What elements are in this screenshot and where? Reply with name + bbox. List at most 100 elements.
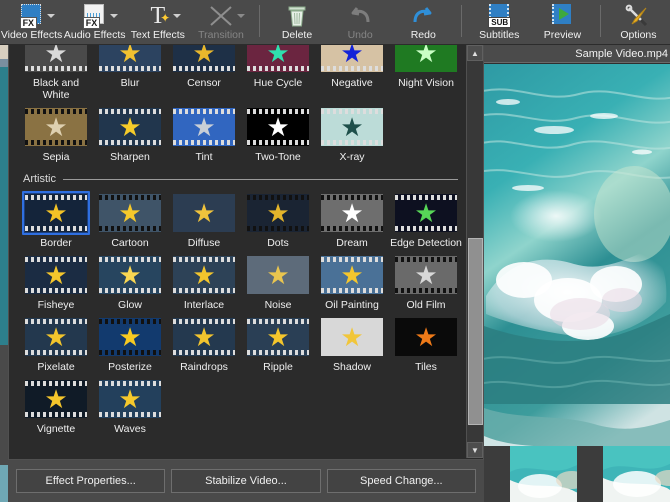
preview-video-canvas[interactable]: www.frfam.com <box>484 64 670 491</box>
stabilize-video-button[interactable]: Stabilize Video... <box>171 469 321 493</box>
effect-item-old-film[interactable]: ★ Old Film <box>389 249 463 311</box>
scroll-down-arrow-icon[interactable]: ▼ <box>467 442 483 458</box>
timeline-thumbnail-row[interactable] <box>484 446 670 502</box>
effect-item-dream[interactable]: ★ Dream <box>315 187 389 249</box>
toolbar-label-audio-effects: Audio Effects <box>63 29 126 41</box>
effect-label: Oil Painting <box>325 299 379 311</box>
effect-preview-icon: ★ <box>173 318 235 356</box>
star-icon: ★ <box>192 322 216 352</box>
scroll-up-arrow-icon[interactable]: ▲ <box>467 45 483 61</box>
effect-thumbnail-frame: ★ <box>244 191 312 235</box>
effect-preview-icon: ★ <box>25 108 87 146</box>
subtitles-icon: SUB <box>486 3 512 29</box>
effect-thumbnail-frame: ★ <box>392 315 460 359</box>
effect-item-noise[interactable]: ★ Noise <box>241 249 315 311</box>
effect-item-blur[interactable]: ★ Blur <box>93 45 167 101</box>
chevron-down-icon-text-effects[interactable] <box>173 14 182 18</box>
effect-properties-button[interactable]: Effect Properties... <box>16 469 166 493</box>
effect-item-fisheye[interactable]: ★ Fisheye <box>19 249 93 311</box>
effects-scroll-area[interactable]: ★ Black and White ★ Blur ★ Censor ★ Hue Cycle ★ N… <box>9 45 468 458</box>
effect-preview-icon: ★ <box>395 45 457 72</box>
star-icon: ★ <box>44 322 68 352</box>
effect-item-black-and-white[interactable]: ★ Black and White <box>19 45 93 101</box>
speed-change-button[interactable]: Speed Change... <box>326 469 476 493</box>
toolbar-button-text-effects[interactable]: T ✦ Text Effects <box>126 0 189 45</box>
star-icon: ★ <box>340 322 364 352</box>
toolbar-button-audio-effects[interactable]: FX Audio Effects <box>63 0 126 45</box>
star-icon: ★ <box>266 322 290 352</box>
group-divider <box>63 178 458 180</box>
toolbar-button-preview[interactable]: Preview <box>531 0 594 45</box>
effect-item-interlace[interactable]: ★ Interlace <box>167 249 241 311</box>
fx-video-icon: FX <box>19 3 45 29</box>
effect-item-ripple[interactable]: ★ Ripple <box>241 311 315 373</box>
toolbar-label-text-effects: Text Effects <box>130 29 185 41</box>
effect-thumbnail-frame: ★ <box>22 191 90 235</box>
scroll-up-glyph: ▲ <box>471 48 479 58</box>
effect-item-waves[interactable]: ★ Waves <box>93 373 167 435</box>
text-effects-icon: T ✦ <box>150 3 171 29</box>
effect-item-x-ray[interactable]: ★ X-ray <box>315 101 389 163</box>
timeline-thumbnail[interactable] <box>603 446 670 502</box>
scrollbar-thumb[interactable] <box>468 238 483 425</box>
effect-label: Waves <box>114 423 146 435</box>
preview-file-title: Sample Video.mp4 <box>575 47 668 60</box>
effect-preview-icon: ★ <box>321 194 383 232</box>
effect-preview-icon: ★ <box>395 256 457 294</box>
effect-item-censor[interactable]: ★ Censor <box>167 45 241 101</box>
effect-item-sepia[interactable]: ★ Sepia <box>19 101 93 163</box>
effect-preview-icon: ★ <box>25 318 87 356</box>
undo-arrow-icon <box>347 3 373 29</box>
effect-item-raindrops[interactable]: ★ Raindrops <box>167 311 241 373</box>
chevron-down-icon-video-effects[interactable] <box>47 14 56 18</box>
effect-item-cartoon[interactable]: ★ Cartoon <box>93 187 167 249</box>
effect-item-border[interactable]: ★ Border <box>19 187 93 249</box>
options-tools-icon <box>625 3 651 29</box>
toolbar-button-options[interactable]: Options <box>607 0 670 45</box>
effect-item-pixelate[interactable]: ★ Pixelate <box>19 311 93 373</box>
effect-item-glow[interactable]: ★ Glow <box>93 249 167 311</box>
toolbar-button-redo[interactable]: Redo <box>392 0 455 45</box>
effect-label: Blur <box>120 77 140 89</box>
effects-vertical-scrollbar[interactable]: ▲ ▼ <box>466 45 483 458</box>
effect-preview-icon: ★ <box>99 256 161 294</box>
effect-item-sharpen[interactable]: ★ Sharpen <box>93 101 167 163</box>
effect-item-diffuse[interactable]: ★ Diffuse <box>167 187 241 249</box>
effect-item-two-tone[interactable]: ★ Two-Tone <box>241 101 315 163</box>
effect-item-posterize[interactable]: ★ Posterize <box>93 311 167 373</box>
scroll-down-glyph: ▼ <box>471 445 479 455</box>
video-effects-browser: ★ Black and White ★ Blur ★ Censor ★ Hue Cycle ★ N… <box>8 45 484 460</box>
effect-thumbnail-frame: ★ <box>170 191 238 235</box>
effect-label: Posterize <box>108 361 152 373</box>
toolbar-button-transition[interactable]: Transition <box>189 0 252 45</box>
toolbar-button-delete[interactable]: Delete <box>265 0 328 45</box>
effect-item-vignette[interactable]: ★ Vignette <box>19 373 93 435</box>
effect-item-hue-cycle[interactable]: ★ Hue Cycle <box>241 45 315 101</box>
redo-arrow-icon <box>410 3 436 29</box>
effect-preview-icon: ★ <box>173 108 235 146</box>
chevron-down-icon-transition[interactable] <box>236 14 245 18</box>
toolbar-divider-3 <box>599 5 601 37</box>
effect-item-shadow[interactable]: ★ Shadow <box>315 311 389 373</box>
toolbar-button-undo[interactable]: Undo <box>329 0 392 45</box>
chevron-down-icon-audio-effects[interactable] <box>110 14 119 18</box>
effect-thumbnail-frame: ★ <box>318 105 386 149</box>
effect-item-dots[interactable]: ★ Dots <box>241 187 315 249</box>
effect-item-night-vision[interactable]: ★ Night Vision <box>389 45 463 101</box>
effect-label: Old Film <box>406 299 446 311</box>
effect-preview-icon: ★ <box>25 256 87 294</box>
effect-item-tiles[interactable]: ★ Tiles <box>389 311 463 373</box>
effect-preview-icon: ★ <box>99 194 161 232</box>
timeline-thumbnail[interactable] <box>510 446 577 502</box>
effect-thumbnail-frame: ★ <box>22 315 90 359</box>
toolbar-button-video-effects[interactable]: FX Video Effects <box>0 0 63 45</box>
effect-item-negative[interactable]: ★ Negative <box>315 45 389 101</box>
effect-item-tint[interactable]: ★ Tint <box>167 101 241 163</box>
effect-thumbnail-frame: ★ <box>96 105 164 149</box>
effect-item-oil-painting[interactable]: ★ Oil Painting <box>315 249 389 311</box>
toolbar-label-redo: Redo <box>410 29 436 41</box>
effect-label: Interlace <box>183 299 225 311</box>
effect-item-edge-detection[interactable]: ★ Edge Detection <box>389 187 463 249</box>
toolbar-button-subtitles[interactable]: SUB Subtitles <box>468 0 531 45</box>
effect-preview-icon: ★ <box>395 194 457 232</box>
